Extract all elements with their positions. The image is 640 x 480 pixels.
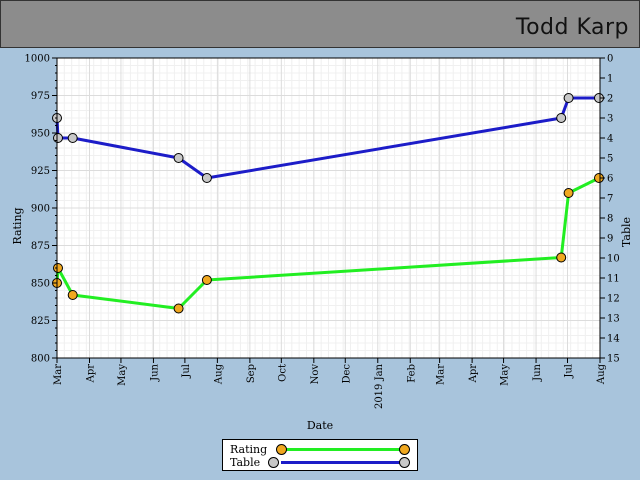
- x-tick-label: Apr: [468, 364, 479, 384]
- data-point-table: [201, 173, 212, 183]
- y-left-tick-label: 850: [31, 279, 50, 290]
- x-tick-label: Oct: [277, 364, 288, 382]
- y-right-tick-label: 0: [607, 54, 613, 65]
- y-left-tick-label: 875: [31, 241, 50, 252]
- x-tick-label: May: [117, 364, 128, 386]
- y-right-tick-label: 10: [607, 254, 620, 265]
- x-tick-label: Jul: [181, 364, 192, 379]
- legend: Rating Table: [222, 439, 418, 471]
- legend-marker-table: [399, 457, 410, 468]
- x-tick-label: Dec: [341, 364, 352, 384]
- x-tick-label: 2019 Jan: [374, 363, 385, 409]
- y-left-tick-label: 950: [31, 129, 50, 140]
- y-right-tick-label: 8: [607, 214, 613, 225]
- y-right-tick-label: 12: [607, 294, 620, 305]
- y-right-tick-label: 7: [607, 194, 613, 205]
- x-tick-label: Apr: [85, 364, 96, 384]
- data-point-table: [67, 133, 78, 143]
- legend-marker-table: [268, 457, 279, 468]
- legend-line-table: [281, 461, 405, 464]
- data-point-rating: [556, 252, 567, 263]
- y-left-tick-label: 975: [31, 91, 50, 102]
- y-right-tick-label: 9: [607, 234, 613, 245]
- y-right-tick-label: 3: [607, 114, 613, 125]
- y-left-tick-label: 900: [31, 204, 50, 215]
- data-point-rating: [563, 188, 574, 198]
- y-axis-label: Rating: [11, 207, 24, 244]
- y-right-tick-label: 4: [607, 134, 613, 145]
- data-point-rating: [173, 303, 184, 314]
- legend-item-table: Table: [223, 456, 417, 470]
- y-left-tick-label: 800: [31, 354, 50, 365]
- y2-axis-label: Table: [620, 217, 633, 247]
- data-point-rating: [201, 275, 212, 285]
- legend-label-rating: Rating: [230, 443, 268, 456]
- x-tick-label: Mar: [436, 364, 447, 385]
- data-point-table: [53, 133, 63, 143]
- data-point-table: [173, 153, 184, 163]
- data-point-table: [563, 93, 574, 103]
- legend-marker-rating: [399, 444, 410, 455]
- x-tick-label: Aug: [596, 363, 607, 385]
- y-right-tick-label: 2: [607, 94, 613, 105]
- data-point-rating: [67, 290, 78, 300]
- x-tick-label: Sep: [246, 364, 257, 383]
- y-right-tick-label: 11: [607, 274, 620, 285]
- x-tick-label: Nov: [310, 364, 321, 385]
- x-tick-label: Aug: [213, 363, 224, 385]
- y-right-tick-label: 13: [607, 314, 620, 325]
- x-tick-label: Jun: [149, 363, 160, 381]
- x-axis-label: Date: [307, 419, 333, 432]
- x-tick-label: Jun: [532, 363, 543, 381]
- rating-table-chart: Mar Apr May Jun Jul Aug Sep Oct Nov Dec 2019 Jan Fe…: [11, 54, 633, 433]
- x-tick-label: May: [500, 364, 511, 386]
- y-left-tick-label: 1000: [25, 54, 50, 65]
- x-tick-label: Jul: [564, 364, 575, 379]
- y-right-tick-label: 15: [607, 354, 620, 365]
- data-point-rating: [53, 263, 63, 273]
- x-tick-label: Mar: [53, 364, 64, 385]
- legend-line-rating: [281, 448, 405, 451]
- y-right-tick-label: 14: [607, 334, 620, 345]
- x-tick-label: Feb: [406, 364, 417, 383]
- y-right-tick-label: 1: [607, 74, 613, 85]
- y-right-tick-label: 6: [607, 174, 613, 185]
- legend-label-table: Table: [230, 456, 261, 469]
- legend-item-rating: Rating: [223, 443, 417, 457]
- y-left-tick-label: 925: [31, 166, 50, 177]
- y-left-tick-label: 825: [31, 316, 50, 327]
- legend-marker-rating: [276, 444, 287, 455]
- y-right-tick-label: 5: [607, 154, 613, 165]
- data-point-table: [556, 113, 567, 123]
- gridlines: [56, 57, 601, 359]
